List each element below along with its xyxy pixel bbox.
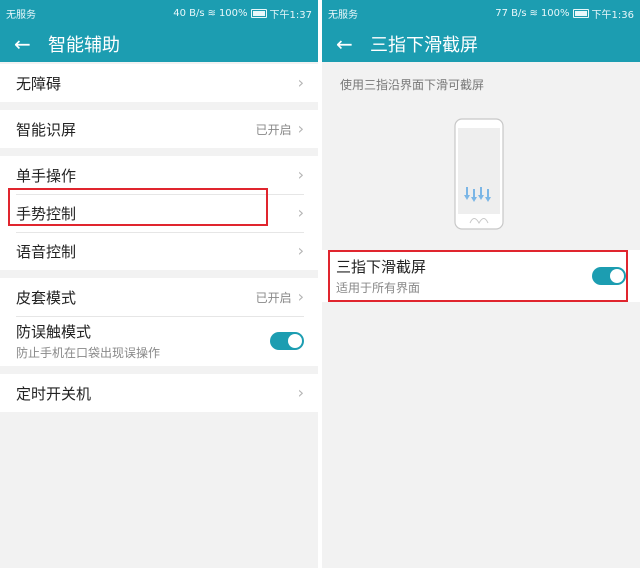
- chevron-right-icon: ›: [297, 203, 304, 222]
- setting-label: 智能识屏: [16, 120, 77, 139]
- chevron-right-icon: ›: [297, 73, 304, 92]
- setting-label: 无障碍: [16, 74, 62, 93]
- app-bar: ← 智能辅助: [0, 26, 318, 62]
- setting-one-hand-mode[interactable]: 单手操作 ›: [0, 156, 318, 194]
- net-speed: 40 B/s: [173, 7, 205, 19]
- page-title: 智能辅助: [48, 35, 120, 56]
- setting-cover-mode[interactable]: 皮套模式 已开启 ›: [0, 278, 318, 316]
- settings-group-3: 单手操作 › 手势控制 › 语音控制 ›: [0, 156, 318, 270]
- status-bar: 无服务 40 B/s ≋ 100% 下午1:37: [0, 0, 318, 26]
- app-bar: ← 三指下滑截屏: [322, 26, 640, 62]
- left-screen: 无服务 40 B/s ≋ 100% 下午1:37 ← 智能辅助 无障碍 › 智能…: [0, 0, 318, 568]
- toggle-knob: [288, 334, 302, 348]
- three-finger-screenshot-toggle[interactable]: [592, 267, 626, 285]
- setting-scheduled-power[interactable]: 定时开关机 ›: [0, 374, 318, 412]
- settings-group-2: 智能识屏 已开启 ›: [0, 110, 318, 148]
- battery-percent: 100%: [218, 7, 248, 19]
- setting-gesture-control[interactable]: 手势控制 ›: [0, 194, 318, 232]
- setting-smart-screen-recognition[interactable]: 智能识屏 已开启 ›: [0, 110, 318, 148]
- phone-gesture-illustration-icon: [454, 118, 504, 230]
- setting-pocket-mode[interactable]: 防误触模式 防止手机在口袋出现误操作: [0, 316, 318, 366]
- setting-voice-control[interactable]: 语音控制 ›: [0, 232, 318, 270]
- setting-accessibility[interactable]: 无障碍 ›: [0, 64, 318, 102]
- chevron-right-icon: ›: [297, 241, 304, 260]
- chevron-right-icon: ›: [297, 165, 304, 184]
- setting-label: 皮套模式: [16, 288, 77, 307]
- settings-group-4: 皮套模式 已开启 › 防误触模式 防止手机在口袋出现误操作: [0, 278, 318, 366]
- chevron-right-icon: ›: [297, 383, 304, 402]
- page-title: 三指下滑截屏: [370, 35, 478, 56]
- net-speed: 77 B/s: [495, 7, 527, 19]
- setting-value: 已开启: [255, 290, 292, 305]
- battery-icon: [572, 8, 589, 18]
- chevron-right-icon: ›: [297, 119, 304, 138]
- carrier-text: 无服务: [328, 9, 358, 21]
- battery-percent: 100%: [540, 7, 570, 19]
- clock: 下午1:37: [269, 9, 312, 21]
- back-arrow-icon[interactable]: ←: [14, 34, 48, 54]
- wifi-icon: ≋: [529, 7, 538, 19]
- setting-label: 定时开关机: [16, 384, 92, 403]
- setting-subtitle: 防止手机在口袋出现误操作: [16, 346, 161, 360]
- status-bar: 无服务 77 B/s ≋ 100% 下午1:36: [322, 0, 640, 26]
- back-arrow-icon[interactable]: ←: [336, 34, 370, 54]
- wifi-icon: ≋: [207, 7, 216, 19]
- right-screen: 无服务 77 B/s ≋ 100% 下午1:36 ← 三指下滑截屏 使用三指沿界…: [322, 0, 640, 568]
- setting-label: 防误触模式: [16, 323, 92, 341]
- settings-group-1: 无障碍 ›: [0, 64, 318, 102]
- setting-subtitle: 适用于所有界面: [336, 281, 421, 295]
- setting-label: 手势控制: [16, 204, 77, 223]
- pocket-mode-toggle[interactable]: [270, 332, 304, 350]
- three-finger-screenshot-setting[interactable]: 三指下滑截屏 适用于所有界面: [322, 250, 640, 302]
- carrier-text: 无服务: [6, 9, 36, 21]
- feature-description: 使用三指沿界面下滑可截屏: [340, 78, 485, 92]
- setting-value: 已开启: [255, 122, 292, 137]
- clock: 下午1:36: [591, 9, 634, 21]
- setting-label: 单手操作: [16, 166, 77, 185]
- setting-label: 语音控制: [16, 242, 77, 261]
- setting-label: 三指下滑截屏: [336, 258, 427, 276]
- battery-icon: [250, 8, 267, 18]
- chevron-right-icon: ›: [297, 287, 304, 306]
- toggle-knob: [610, 269, 624, 283]
- settings-group-5: 定时开关机 ›: [0, 374, 318, 412]
